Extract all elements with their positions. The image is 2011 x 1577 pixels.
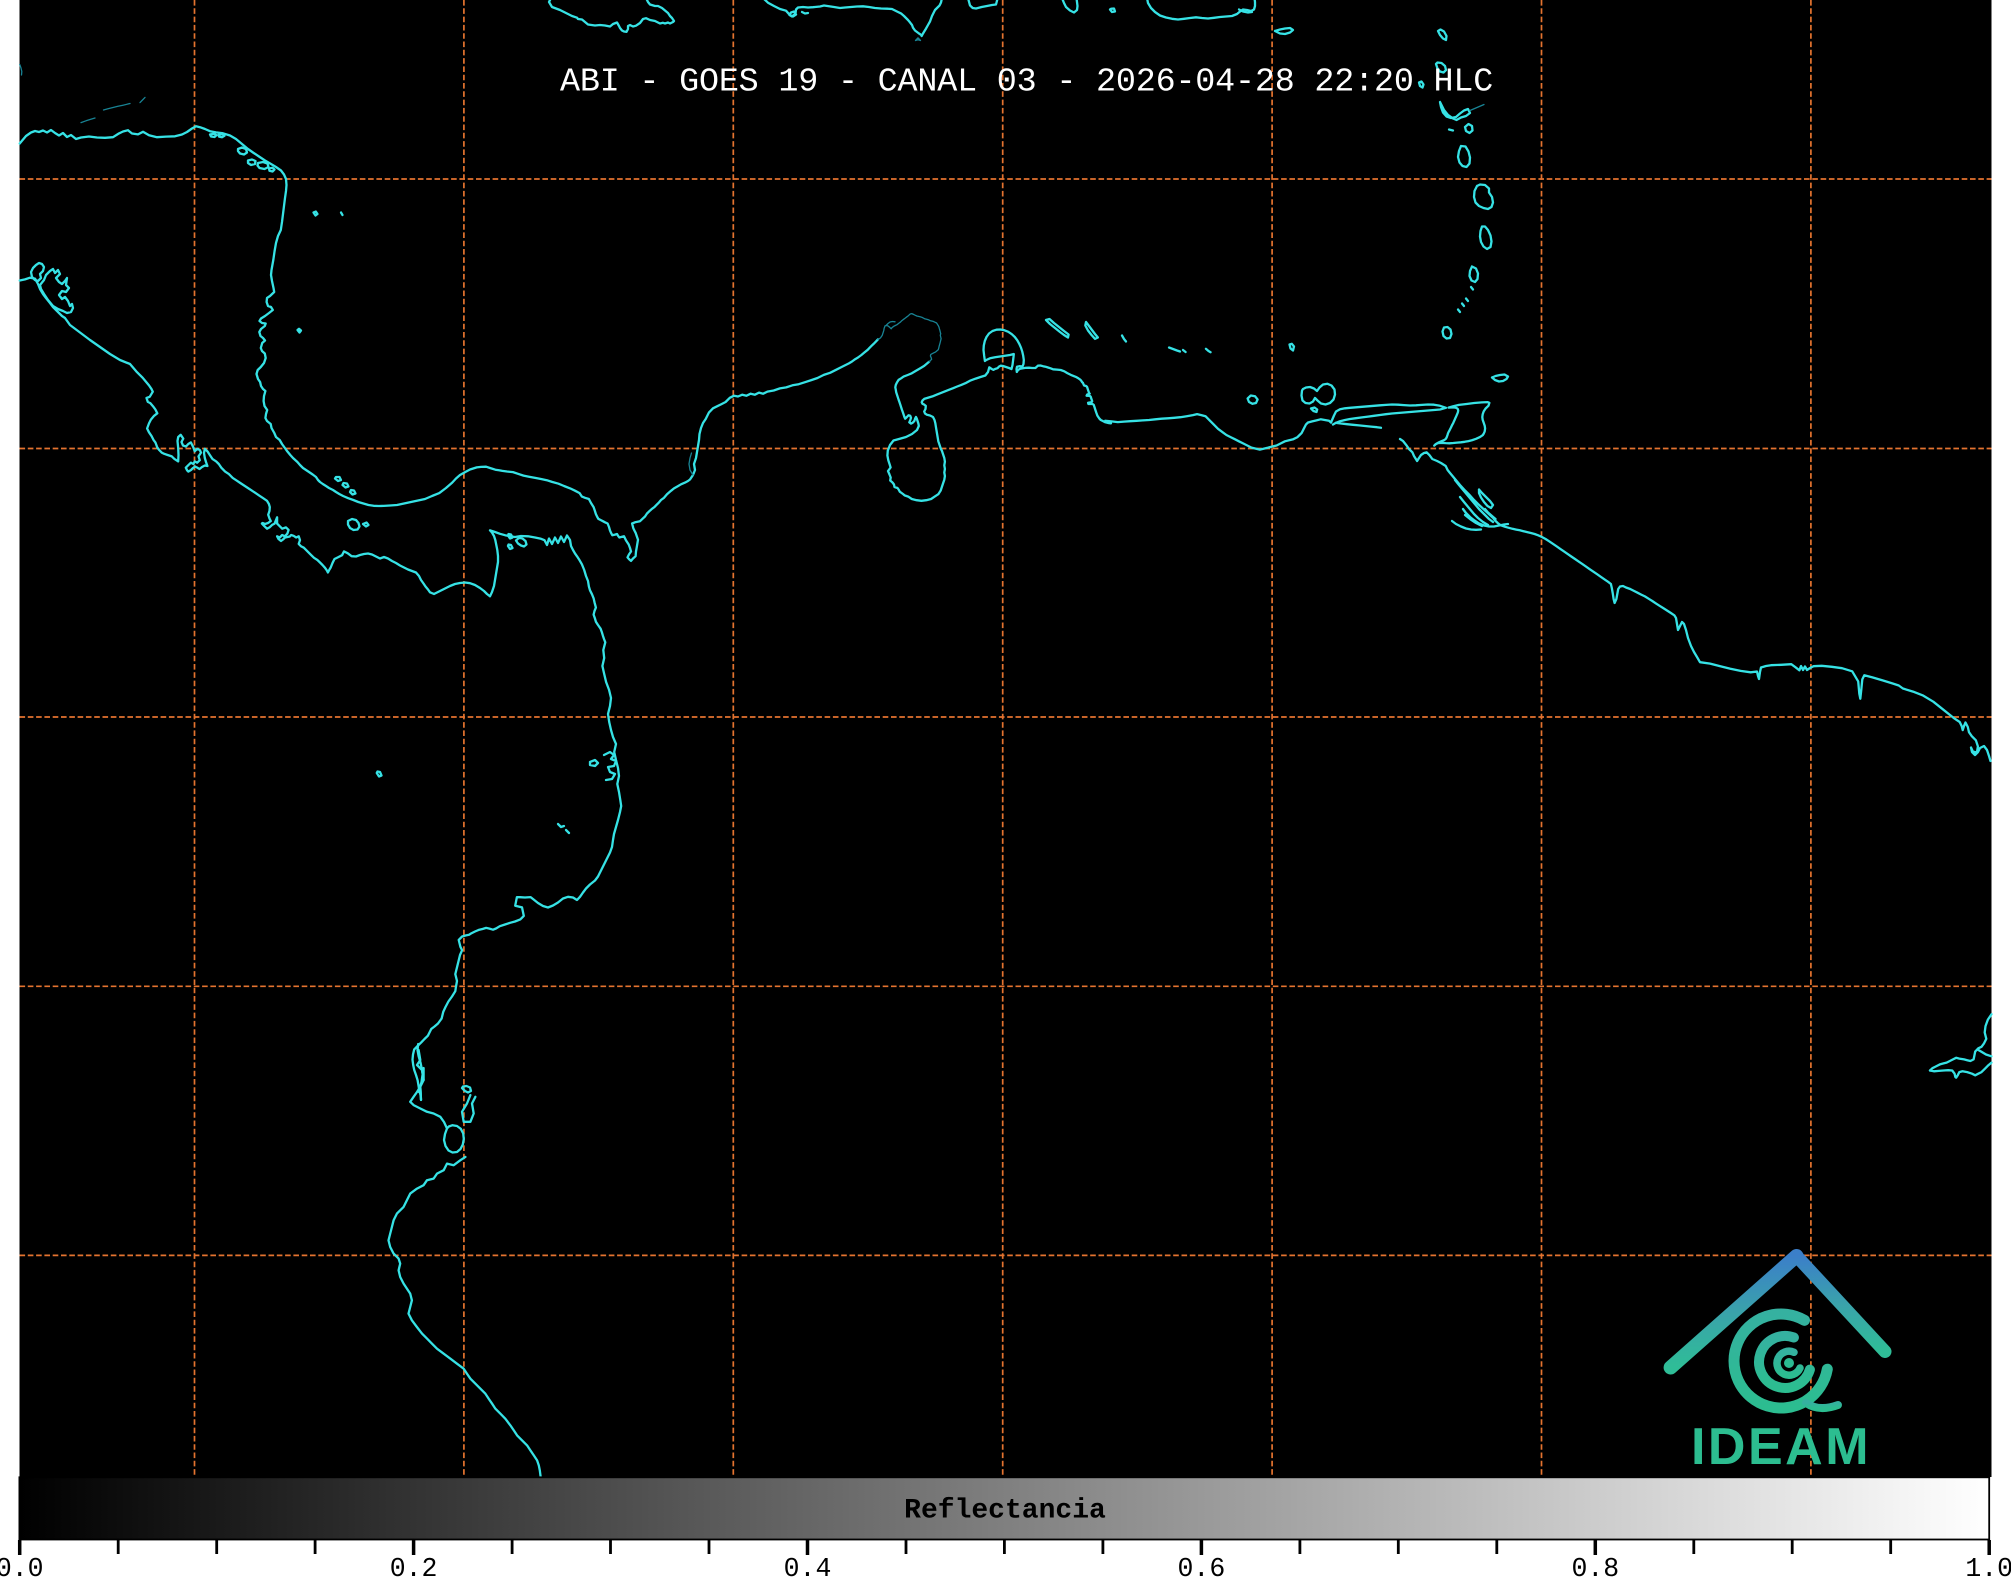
svg-text:0.0: 0.0 (0, 1554, 44, 1577)
svg-text:0.8: 0.8 (1571, 1554, 1619, 1577)
svg-text:ABI - GOES 19 - CANAL 03 - 202: ABI - GOES 19 - CANAL 03 - 2026-04-28 22… (560, 64, 1493, 102)
svg-text:1.0: 1.0 (1965, 1554, 2011, 1577)
svg-text:0.6: 0.6 (1178, 1554, 1226, 1577)
svg-text:0.4: 0.4 (784, 1554, 832, 1577)
svg-text:Reflectancia: Reflectancia (904, 1496, 1106, 1527)
svg-text:0.2: 0.2 (390, 1554, 438, 1577)
svg-text:IDEAM: IDEAM (1691, 1418, 1871, 1476)
